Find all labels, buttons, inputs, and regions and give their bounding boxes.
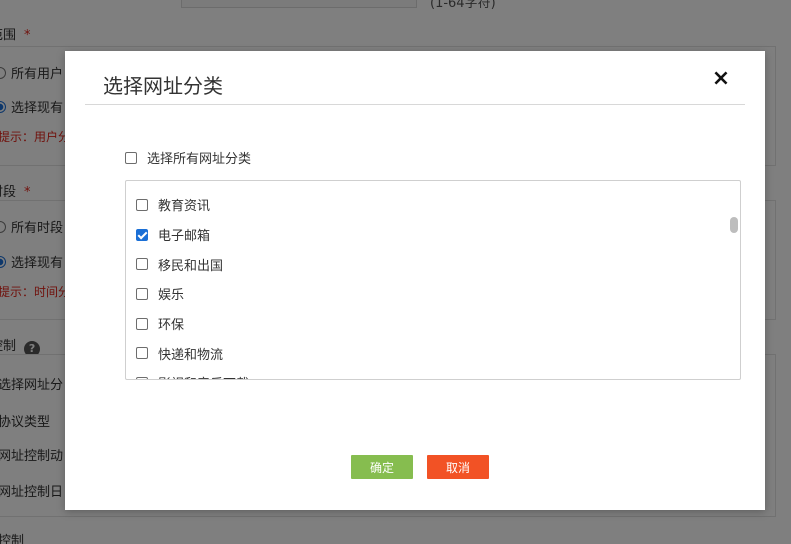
- category-label: 快递和物流: [158, 347, 224, 363]
- confirm-button[interactable]: 确定: [351, 455, 413, 479]
- checkbox-icon[interactable]: [136, 376, 148, 379]
- checkbox-icon[interactable]: [136, 258, 148, 271]
- category-item[interactable]: 娱乐: [136, 279, 726, 309]
- checkbox-icon[interactable]: [125, 151, 137, 164]
- select-all-label: 选择所有网址分类: [147, 152, 252, 167]
- category-label: 电子邮箱: [158, 229, 211, 245]
- close-icon[interactable]: ×: [711, 68, 731, 90]
- checkbox-icon[interactable]: [136, 347, 148, 360]
- category-list-inner: 教育资讯电子邮箱移民和出国娱乐环保快递和物流影视和音乐下载: [136, 190, 726, 379]
- category-item[interactable]: 移民和出国: [136, 249, 726, 279]
- checkbox-icon[interactable]: [136, 198, 148, 211]
- category-item[interactable]: 快递和物流: [136, 338, 726, 368]
- checkbox-checked-icon[interactable]: [136, 228, 148, 241]
- select-url-category-dialog: 选择网址分类 × 选择所有网址分类 教育资讯电子邮箱移民和出国娱乐环保快递和物流…: [65, 51, 765, 510]
- checkbox-icon[interactable]: [136, 287, 148, 300]
- select-all-checkbox[interactable]: 选择所有网址分类: [125, 148, 251, 167]
- category-item[interactable]: 电子邮箱: [136, 220, 726, 250]
- cancel-button[interactable]: 取消: [427, 455, 489, 479]
- checkbox-icon[interactable]: [136, 317, 148, 330]
- category-item[interactable]: 教育资讯: [136, 190, 726, 220]
- dialog-title: 选择网址分类: [103, 74, 223, 98]
- category-item[interactable]: 影视和音乐下载: [136, 368, 726, 379]
- dialog-divider: [85, 104, 745, 105]
- category-list[interactable]: 教育资讯电子邮箱移民和出国娱乐环保快递和物流影视和音乐下载: [125, 180, 741, 380]
- category-label: 环保: [158, 318, 185, 334]
- scrollbar-thumb[interactable]: [730, 217, 738, 233]
- category-label: 影视和音乐下载: [158, 373, 249, 379]
- category-item[interactable]: 环保: [136, 309, 726, 339]
- category-label: 娱乐: [158, 288, 185, 304]
- category-label: 教育资讯: [158, 199, 211, 215]
- category-label: 移民和出国: [158, 258, 224, 274]
